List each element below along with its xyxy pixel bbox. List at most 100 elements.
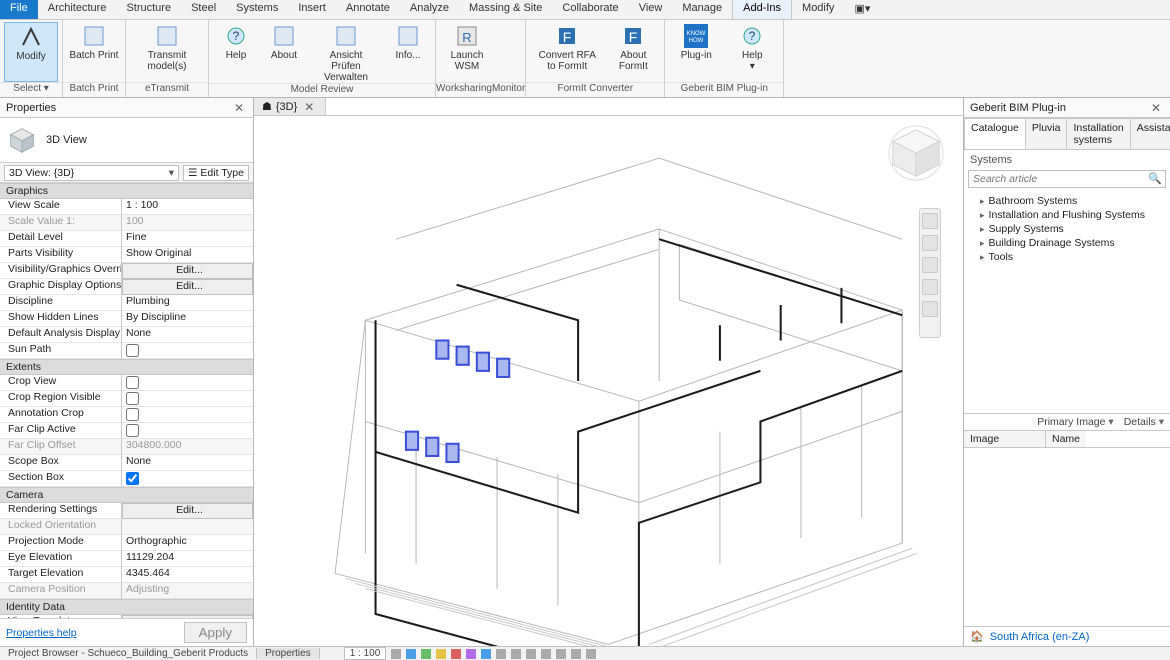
prop-value[interactable]: By Discipline xyxy=(122,311,253,327)
tab-collaborate[interactable]: Collaborate xyxy=(552,0,628,19)
tree-node[interactable]: Supply Systems xyxy=(970,222,1164,236)
tree-node[interactable]: Installation and Flushing Systems xyxy=(970,208,1164,222)
locale-link[interactable]: South Africa (en-ZA) xyxy=(990,631,1090,643)
status-icon[interactable] xyxy=(481,649,491,659)
ribbon-about[interactable]: About xyxy=(261,22,307,83)
tree-node[interactable]: Bathroom Systems xyxy=(970,194,1164,208)
ribbon-batch-print[interactable]: Batch Print xyxy=(67,22,121,82)
prop-value[interactable]: 1 : 100 xyxy=(122,199,253,215)
prop-value[interactable]: None xyxy=(122,327,253,343)
close-icon[interactable]: ✕ xyxy=(231,98,247,118)
tab-analyze[interactable]: Analyze xyxy=(400,0,459,19)
properties-tab[interactable]: Properties xyxy=(257,648,320,659)
status-icon[interactable] xyxy=(391,649,401,659)
status-icon[interactable] xyxy=(511,649,521,659)
col-name[interactable]: Name xyxy=(1046,431,1086,447)
prop-value[interactable]: Edit... xyxy=(122,503,253,519)
apply-button[interactable]: Apply xyxy=(184,622,247,643)
ribbon-transmit-model-s-[interactable]: Transmit model(s) xyxy=(130,22,204,82)
pan-icon[interactable] xyxy=(922,235,938,251)
geberit-tab-catalogue[interactable]: Catalogue xyxy=(964,118,1026,149)
status-icon[interactable] xyxy=(451,649,461,659)
col-image[interactable]: Image xyxy=(964,431,1046,447)
prop-value[interactable]: None xyxy=(122,455,253,471)
prop-value[interactable]: Orthographic xyxy=(122,535,253,551)
tab-massing-site[interactable]: Massing & Site xyxy=(459,0,552,19)
tab-view[interactable]: View xyxy=(629,0,673,19)
close-icon[interactable]: ✕ xyxy=(1148,98,1164,118)
prop-value[interactable]: Edit... xyxy=(122,279,253,295)
prop-value[interactable] xyxy=(122,471,253,487)
prop-section[interactable]: Graphics xyxy=(0,183,253,199)
prop-value[interactable]: Edit... xyxy=(122,263,253,279)
prop-value[interactable]: 11129.204 xyxy=(122,551,253,567)
tab-architecture[interactable]: Architecture xyxy=(38,0,117,19)
file-tab[interactable]: File xyxy=(0,0,38,19)
status-icon[interactable] xyxy=(406,649,416,659)
view-scale[interactable]: 1 : 100 xyxy=(344,647,387,660)
prop-value[interactable] xyxy=(122,375,253,391)
status-icon[interactable] xyxy=(541,649,551,659)
ribbon-help[interactable]: ?Help xyxy=(213,22,259,83)
project-browser-tab[interactable]: Project Browser - Schueco_Building_Geber… xyxy=(0,648,257,659)
instance-dropdown[interactable]: 3D View: {3D} xyxy=(4,165,179,181)
edit-type-button[interactable]: ☰ Edit Type xyxy=(183,165,249,181)
close-view-icon[interactable]: ✕ xyxy=(301,100,317,114)
tab-structure[interactable]: Structure xyxy=(116,0,181,19)
prop-value[interactable]: Show Original xyxy=(122,247,253,263)
tab-manage[interactable]: Manage xyxy=(672,0,732,19)
view-tab-3d[interactable]: ☗ {3D} ✕ xyxy=(254,98,326,115)
tree-node[interactable]: Tools xyxy=(970,250,1164,264)
primary-image-dropdown[interactable]: Primary Image xyxy=(1037,416,1113,428)
tree-node[interactable]: Building Drainage Systems xyxy=(970,236,1164,250)
tab-annotate[interactable]: Annotate xyxy=(336,0,400,19)
tab-steel[interactable]: Steel xyxy=(181,0,226,19)
geberit-tab-installation-systems[interactable]: Installation systems xyxy=(1066,118,1130,149)
navigation-bar[interactable] xyxy=(919,208,941,338)
ribbon-about-formit[interactable]: FAbout FormIt xyxy=(606,22,660,82)
ribbon-info-[interactable]: Info... xyxy=(385,22,431,83)
prop-value[interactable]: Plumbing xyxy=(122,295,253,311)
tab-insert[interactable]: Insert xyxy=(288,0,336,19)
prop-value[interactable] xyxy=(122,343,253,359)
systems-tree[interactable]: Bathroom SystemsInstallation and Flushin… xyxy=(964,192,1170,413)
orbit-icon[interactable] xyxy=(922,279,938,295)
properties-help-link[interactable]: Properties help xyxy=(6,627,77,639)
prop-value[interactable]: Fine xyxy=(122,231,253,247)
ribbon-modify[interactable]: Modify xyxy=(4,22,58,82)
ribbon-convert-rfa-to-formit[interactable]: FConvert RFAto FormIt xyxy=(530,22,604,82)
tab-systems[interactable]: Systems xyxy=(226,0,288,19)
ribbon-launch-wsm[interactable]: RLaunch WSM xyxy=(440,22,494,82)
viewcube[interactable] xyxy=(887,124,945,182)
model-canvas[interactable] xyxy=(254,116,963,646)
status-icon[interactable] xyxy=(526,649,536,659)
status-icon[interactable] xyxy=(466,649,476,659)
status-icon[interactable] xyxy=(586,649,596,659)
search-input[interactable] xyxy=(968,170,1166,188)
prop-value[interactable] xyxy=(122,407,253,423)
zoom-icon[interactable] xyxy=(922,257,938,273)
status-icon[interactable] xyxy=(436,649,446,659)
ribbon-plug-in[interactable]: KNOWHOWPlug-in xyxy=(669,22,723,82)
steering-wheel-icon[interactable] xyxy=(922,213,938,229)
prop-section[interactable]: Camera xyxy=(0,487,253,503)
prop-value[interactable]: 4345.464 xyxy=(122,567,253,583)
details-dropdown[interactable]: Details xyxy=(1124,416,1164,428)
status-icon[interactable] xyxy=(556,649,566,659)
lookaround-icon[interactable] xyxy=(922,301,938,317)
prop-section[interactable]: Extents xyxy=(0,359,253,375)
geberit-tab-assistants[interactable]: Assistants xyxy=(1130,118,1170,149)
viewport[interactable]: ☗ {3D} ✕ xyxy=(254,98,963,646)
geberit-tab-pluvia[interactable]: Pluvia xyxy=(1025,118,1068,149)
tab-add-ins[interactable]: Add-Ins xyxy=(732,0,792,19)
status-icon[interactable] xyxy=(571,649,581,659)
tab-modify[interactable]: Modify xyxy=(792,0,844,19)
status-icon[interactable] xyxy=(421,649,431,659)
search-icon[interactable]: 🔍 xyxy=(1148,172,1162,185)
ribbon-ansicht-pr-fen-verwalten[interactable]: AnsichtPrüfen Verwalten xyxy=(309,22,383,83)
prop-value[interactable] xyxy=(122,391,253,407)
tab-overflow[interactable]: ▣▾ xyxy=(844,0,880,19)
status-icon[interactable] xyxy=(496,649,506,659)
prop-value[interactable] xyxy=(122,423,253,439)
ribbon-help-[interactable]: ?Help▾ xyxy=(725,22,779,82)
